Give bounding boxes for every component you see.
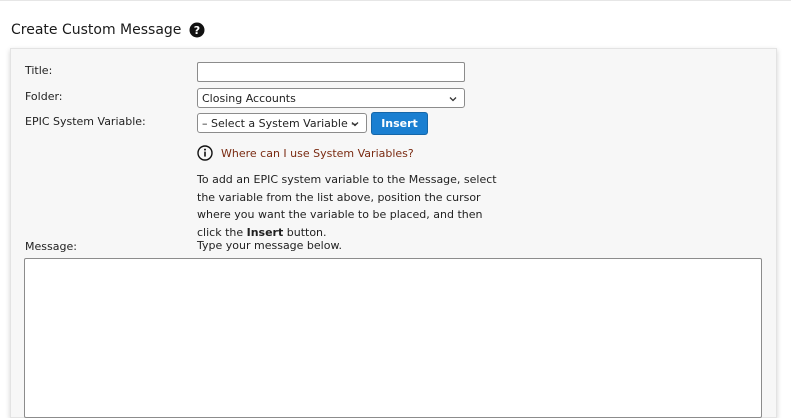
chevron-down-icon [350, 119, 360, 129]
system-variable-select-value: – Select a System Variable – [202, 116, 357, 130]
insert-instructions: To add an EPIC system variable to the Me… [197, 171, 497, 241]
message-label: Message: [25, 240, 77, 253]
system-variables-help: Where can I use System Variables? [197, 145, 414, 161]
folder-label: Folder: [25, 90, 63, 103]
question-circle-icon[interactable]: ? [189, 22, 205, 38]
message-hint: Type your message below. [197, 239, 342, 252]
page-title: Create Custom Message [11, 22, 182, 38]
title-label: Title: [25, 64, 53, 77]
insert-button[interactable]: Insert [371, 112, 428, 135]
title-input[interactable] [197, 62, 465, 82]
system-variables-link[interactable]: Where can I use System Variables? [221, 147, 414, 160]
folder-select-value: Closing Accounts [202, 91, 296, 105]
instructions-text: To add an EPIC system variable to the Me… [197, 173, 497, 239]
instructions-insert-word: Insert [246, 225, 284, 239]
page-title-row: Create Custom Message ? [11, 19, 205, 41]
chevron-down-icon [448, 94, 458, 104]
folder-select[interactable]: Closing Accounts [197, 88, 465, 108]
system-variable-label: EPIC System Variable: [25, 115, 146, 128]
svg-text:?: ? [194, 24, 200, 37]
top-divider [0, 0, 791, 1]
info-circle-icon [197, 145, 213, 161]
message-textarea[interactable] [24, 258, 762, 418]
instructions-text-end: button. [283, 225, 327, 239]
system-variable-select[interactable]: – Select a System Variable – [197, 113, 367, 133]
